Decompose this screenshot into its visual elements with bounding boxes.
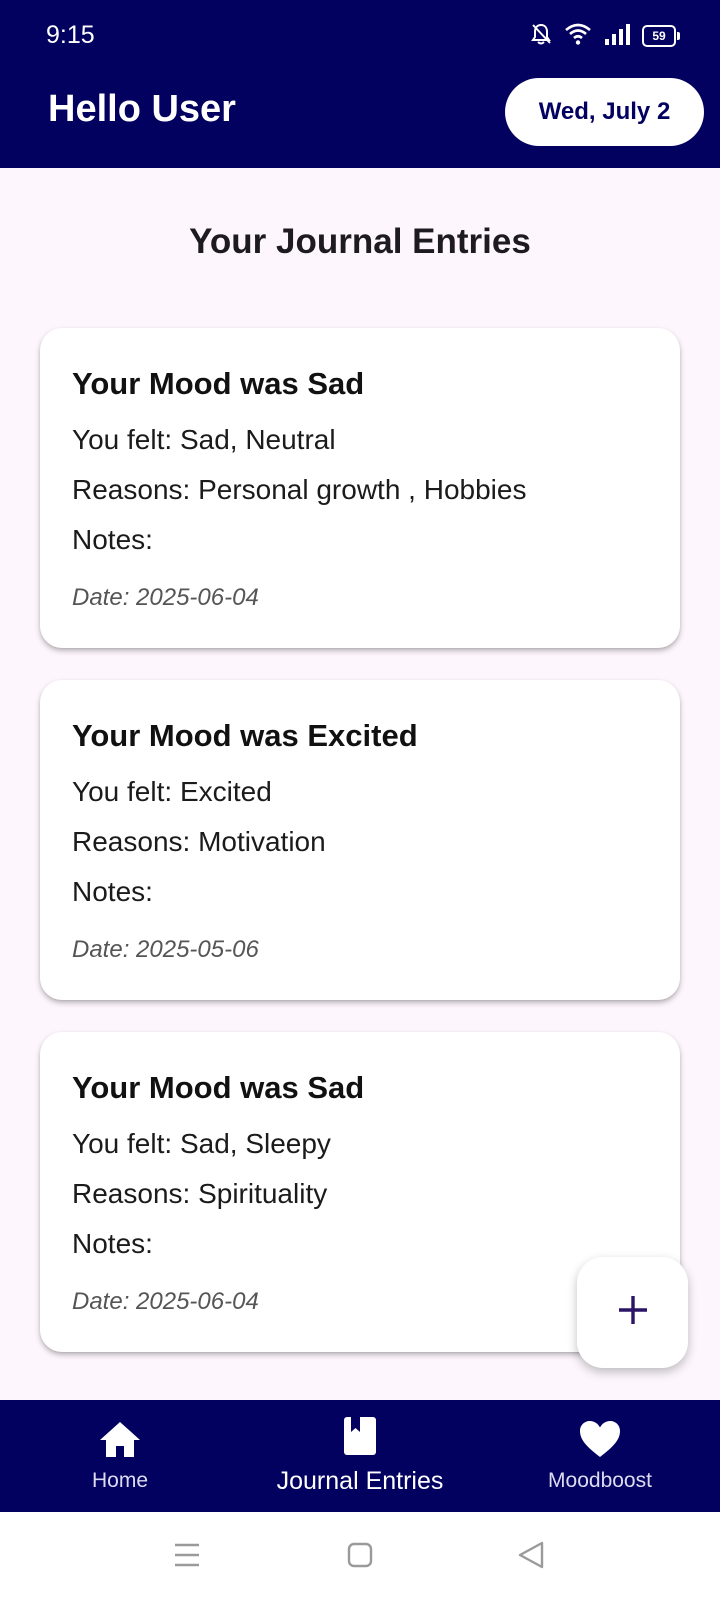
- status-icons: 59: [530, 22, 680, 51]
- bottom-navigation: Home Journal Entries Moodboost: [0, 1400, 720, 1512]
- entry-felt: You felt: Sad, Neutral: [72, 424, 336, 455]
- nav-moodboost-label: Moodboost: [548, 1468, 652, 1492]
- nav-moodboost[interactable]: Moodboost: [480, 1400, 720, 1512]
- entry-reasons: Reasons: Motivation: [72, 826, 326, 857]
- status-bar: 9:15 59: [0, 0, 720, 70]
- nav-home-label: Home: [91, 1468, 149, 1492]
- entry-date: Date: 2025-06-04: [72, 1288, 259, 1315]
- entry-notes: Notes:: [72, 524, 153, 555]
- nav-journal-entries[interactable]: Journal Entries: [240, 1400, 480, 1512]
- entry-notes: Notes:: [72, 1228, 153, 1259]
- status-time: 9:15: [46, 21, 95, 49]
- entry-mood-title: Your Mood was Sad: [72, 366, 365, 401]
- journal-entry-card[interactable]: Your Mood was Sad You felt: Sad, Neutral…: [40, 328, 680, 648]
- battery-level: 59: [652, 29, 666, 43]
- bell-off-icon: [530, 22, 552, 51]
- heart-icon: [579, 1420, 621, 1463]
- home-icon: [99, 1420, 141, 1463]
- greeting-title: Hello User: [48, 88, 236, 130]
- page-title: Your Journal Entries: [189, 222, 531, 261]
- entry-date: Date: 2025-06-04: [72, 584, 259, 611]
- battery-icon: 59: [642, 25, 680, 47]
- home-square-icon[interactable]: [347, 1540, 373, 1575]
- back-icon[interactable]: [517, 1540, 545, 1575]
- entry-date: Date: 2025-05-06: [72, 936, 259, 963]
- journal-entry-card[interactable]: Your Mood was Excited You felt: Excited …: [40, 680, 680, 1000]
- add-entry-button[interactable]: [577, 1257, 688, 1368]
- app-bar: 9:15 59 Hello User Wed, July 2: [0, 0, 720, 168]
- entry-felt: You felt: Excited: [72, 776, 272, 807]
- nav-journal-entries-label: Journal Entries: [276, 1467, 444, 1495]
- entry-reasons: Reasons: Spirituality: [72, 1178, 328, 1209]
- entry-felt: You felt: Sad, Sleepy: [72, 1128, 331, 1159]
- wifi-icon: [564, 22, 592, 51]
- nav-home[interactable]: Home: [0, 1400, 240, 1512]
- book-icon: [343, 1416, 377, 1461]
- system-navigation-bar: [0, 1512, 720, 1600]
- entry-mood-title: Your Mood was Excited: [72, 718, 418, 753]
- entry-reasons: Reasons: Personal growth , Hobbies: [72, 474, 527, 505]
- entry-notes: Notes:: [72, 876, 153, 907]
- signal-icon: [604, 23, 630, 50]
- date-button[interactable]: Wed, July 2: [505, 78, 704, 146]
- plus-icon: [616, 1293, 650, 1332]
- menu-icon[interactable]: [173, 1540, 201, 1575]
- entry-mood-title: Your Mood was Sad: [72, 1070, 365, 1105]
